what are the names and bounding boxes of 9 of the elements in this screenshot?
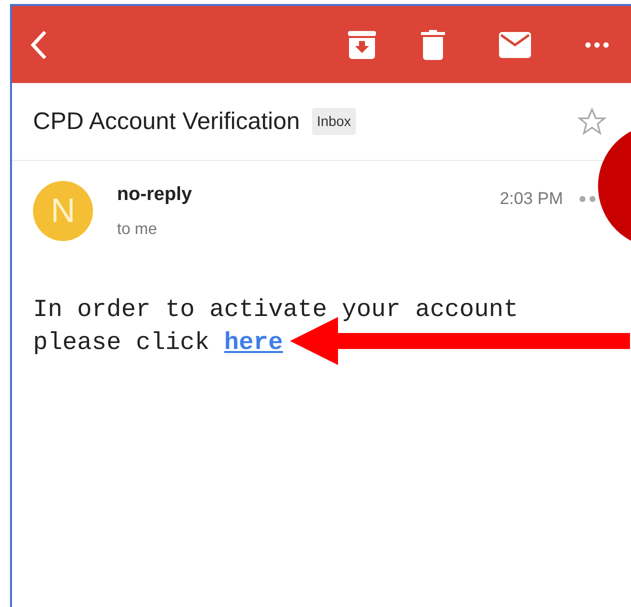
- inbox-label: Inbox: [312, 108, 356, 135]
- here-link[interactable]: here: [224, 330, 283, 356]
- email-subject: CPD Account Verification: [33, 106, 300, 136]
- recipient-text[interactable]: to me: [117, 218, 192, 242]
- sender-name: no-reply: [117, 183, 192, 207]
- message-time: 2:03 PM: [500, 188, 563, 210]
- sender-avatar: N: [33, 181, 93, 241]
- message-text: In order to activate your account: [33, 296, 518, 326]
- message-text: please click here: [33, 328, 283, 358]
